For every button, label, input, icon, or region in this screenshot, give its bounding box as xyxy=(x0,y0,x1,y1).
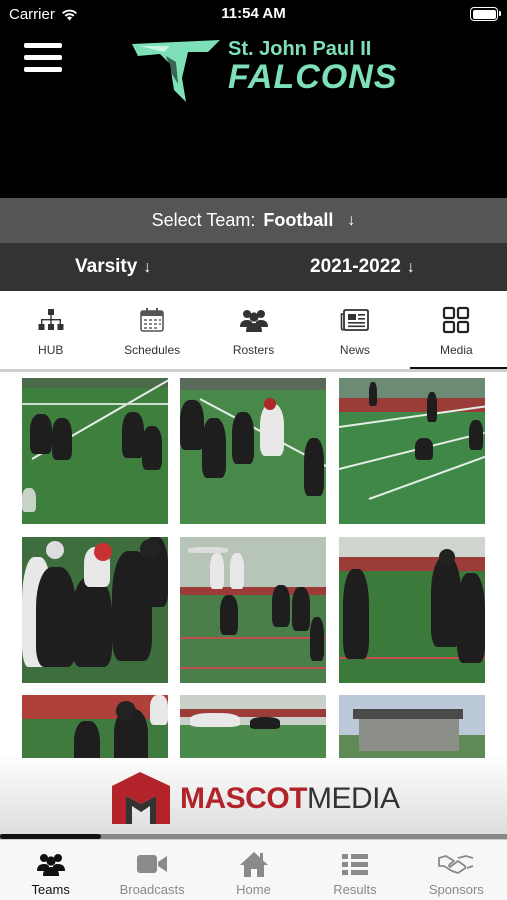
tab-rosters[interactable]: Rosters xyxy=(203,291,304,369)
group-icon xyxy=(239,305,269,335)
clock: 11:54 AM xyxy=(221,5,286,22)
sponsor-word-a: MASCOT xyxy=(180,782,308,815)
tab-media[interactable]: Media xyxy=(406,291,507,371)
app-header: St. John Paul II FALCONS xyxy=(0,30,507,198)
list-icon xyxy=(341,850,369,878)
bottom-navigation: Teams Broadcasts Home Results Sponsors xyxy=(0,839,507,900)
media-thumbnail[interactable] xyxy=(339,537,485,683)
nav-broadcasts[interactable]: Broadcasts xyxy=(101,840,202,900)
tab-label: News xyxy=(339,343,370,357)
sponsor-word-b: MEDIA xyxy=(307,782,400,815)
level-value: Varsity xyxy=(75,256,138,277)
select-team-value: Football xyxy=(263,210,334,230)
handshake-icon xyxy=(438,850,474,878)
nav-teams[interactable]: Teams xyxy=(0,840,101,900)
newspaper-icon xyxy=(340,305,370,335)
tab-label: HUB xyxy=(38,343,64,357)
team-tabs: HUB Schedules Rosters News Media xyxy=(0,291,507,371)
media-thumbnail[interactable] xyxy=(22,537,168,683)
calendar-icon xyxy=(137,305,167,335)
falcon-icon xyxy=(132,40,220,102)
arrow-down-icon: ↓ xyxy=(406,259,415,276)
nav-label: Results xyxy=(333,882,377,897)
status-bar: Carrier 11:54 AM xyxy=(0,0,507,30)
sponsor-wordmark: MASCOTMEDIA xyxy=(180,782,400,816)
nav-label: Sponsors xyxy=(428,882,484,897)
nav-sponsors[interactable]: Sponsors xyxy=(406,840,507,900)
nav-label: Teams xyxy=(31,882,70,897)
season-value: 2021-2022 xyxy=(310,256,401,277)
season-dropdown[interactable]: 2021-2022 ↓ xyxy=(310,256,415,278)
media-thumbnail[interactable] xyxy=(180,695,326,758)
media-thumbnail[interactable] xyxy=(339,695,485,758)
media-thumbnail[interactable] xyxy=(180,537,326,683)
tab-label: Media xyxy=(439,343,473,357)
tab-news[interactable]: News xyxy=(304,291,405,369)
team-name: FALCONS xyxy=(228,58,398,96)
battery-icon xyxy=(470,7,501,21)
nav-label: Home xyxy=(236,882,271,897)
tab-hub[interactable]: HUB xyxy=(0,291,101,369)
media-thumbnail[interactable] xyxy=(22,695,168,758)
nav-results[interactable]: Results xyxy=(304,840,405,900)
media-thumbnail[interactable] xyxy=(180,378,326,524)
media-thumbnail[interactable] xyxy=(339,378,485,524)
mascot-media-logo-icon xyxy=(112,772,170,824)
hamburger-menu-button[interactable] xyxy=(24,43,62,75)
home-icon xyxy=(239,850,269,878)
tab-label: Schedules xyxy=(124,343,181,357)
sponsor-banner[interactable]: MASCOTMEDIA xyxy=(0,758,507,838)
media-thumbnail[interactable] xyxy=(22,378,168,524)
arrow-down-icon: ↓ xyxy=(347,211,356,229)
tab-label: Rosters xyxy=(232,343,275,357)
tab-schedules[interactable]: Schedules xyxy=(101,291,202,369)
level-dropdown[interactable]: Varsity ↓ xyxy=(75,256,151,278)
nav-label: Broadcasts xyxy=(119,882,185,897)
teams-icon xyxy=(36,850,66,878)
media-grid xyxy=(0,372,507,758)
falcons-logo: St. John Paul II FALCONS xyxy=(130,38,410,104)
video-camera-icon xyxy=(136,850,168,878)
grid-icon xyxy=(441,305,471,335)
nav-home[interactable]: Home xyxy=(203,840,304,900)
arrow-down-icon: ↓ xyxy=(143,259,152,276)
select-team-label: Select Team: xyxy=(151,210,256,230)
filter-bar: Varsity ↓ 2021-2022 ↓ xyxy=(0,243,507,291)
hierarchy-icon xyxy=(36,305,66,335)
select-team-button[interactable]: Select Team: Football ↓ xyxy=(0,198,507,243)
